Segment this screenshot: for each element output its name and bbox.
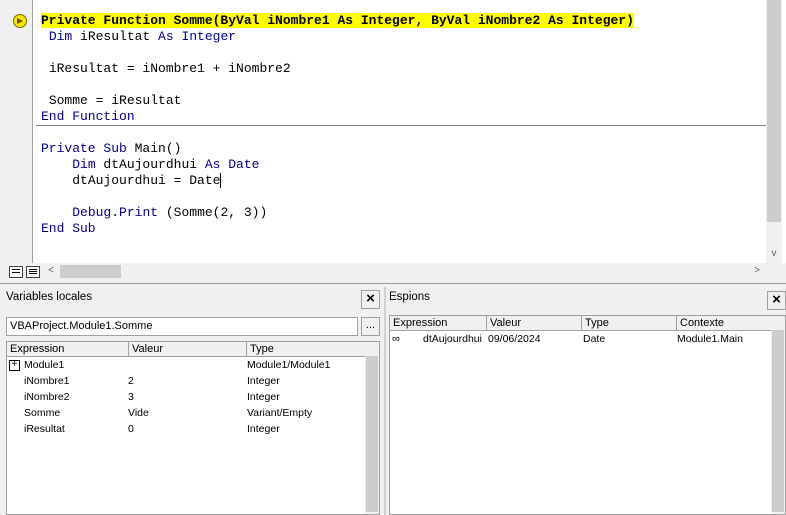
scroll-thumb[interactable] (767, 0, 781, 222)
close-locals-button[interactable]: × (361, 290, 380, 309)
watch-glasses-icon: ∞ (392, 333, 400, 345)
locals-grid[interactable]: Expression Valeur Type + Module1 Module1… (6, 341, 380, 515)
scroll-right-icon[interactable]: > (750, 264, 764, 278)
procedure-separator (36, 125, 766, 126)
row-type: Variant/Empty (247, 407, 313, 419)
keyword: Private Sub (41, 141, 127, 156)
procedure-view-icon[interactable] (9, 266, 23, 278)
editor-horizontal-scrollbar[interactable]: < > (44, 263, 766, 280)
editor-vertical-scrollbar[interactable]: v (766, 0, 782, 263)
row-value: 2 (128, 375, 134, 387)
code-line[interactable]: Private Function Somme(ByVal iNombre1 As… (41, 13, 634, 29)
code-line[interactable]: Dim dtAujourdhui As Date (41, 157, 259, 173)
row-expression: dtAujourdhui (423, 333, 482, 345)
row-type: Integer (247, 375, 280, 387)
keyword: Dim (48, 29, 73, 44)
column-header-context[interactable]: Contexte (676, 316, 771, 330)
code-line[interactable]: End Sub (41, 221, 96, 237)
table-row[interactable]: iNombre2 3 Integer (7, 390, 365, 404)
row-context: Module1.Main (677, 333, 743, 345)
statement: (Somme(2, 3)) (158, 205, 268, 220)
row-value: 0 (128, 423, 134, 435)
code-line[interactable]: Private Sub Main() (41, 141, 181, 157)
column-header-type[interactable]: Type (581, 316, 676, 330)
watches-header: Expression Valeur Type Contexte (390, 316, 771, 331)
identifier: iResultat (72, 29, 159, 44)
watches-grid[interactable]: Expression Valeur Type Contexte ∞ dtAujo… (389, 315, 786, 515)
scroll-thumb[interactable] (772, 330, 784, 512)
margin-indicator-bar[interactable] (0, 0, 33, 263)
keyword: Print (119, 205, 159, 220)
locals-title: Variables locales (6, 291, 93, 303)
row-expression: iNombre2 (24, 391, 70, 403)
locals-header: Expression Valeur Type (7, 342, 365, 357)
editor-bottom-bar: < > (0, 263, 786, 283)
keyword: As Integer (158, 29, 237, 44)
keyword: Dim (72, 157, 96, 172)
locals-window: Variables locales × VBAProject.Module1.S… (0, 287, 384, 515)
code-line[interactable]: End Function (41, 109, 135, 125)
scroll-thumb[interactable] (60, 265, 121, 278)
row-value: 3 (128, 391, 134, 403)
statement: Somme = iResultat (48, 93, 182, 108)
row-type: Module1/Module1 (247, 359, 331, 371)
close-watches-button[interactable]: × (767, 291, 786, 310)
table-row[interactable]: + Module1 Module1/Module1 (7, 358, 365, 372)
scroll-left-icon[interactable]: < (44, 264, 58, 278)
table-row[interactable]: iResultat 0 Integer (7, 422, 365, 436)
punctuation: . (111, 205, 120, 220)
scroll-thumb[interactable] (366, 356, 378, 512)
code-editor[interactable]: Private Function Somme(ByVal iNombre1 As… (0, 0, 786, 284)
table-row[interactable]: Somme Vide Variant/Empty (7, 406, 365, 420)
expand-icon[interactable]: + (9, 360, 20, 371)
code-line[interactable]: Somme = iResultat (41, 93, 182, 109)
column-header-expression[interactable]: Expression (390, 316, 486, 330)
full-module-view-icon[interactable] (26, 266, 40, 278)
row-type: Integer (247, 391, 280, 403)
row-expression: Module1 (24, 359, 65, 371)
watches-vertical-scrollbar[interactable] (771, 316, 785, 514)
code-line[interactable]: dtAujourdhui = Date (41, 173, 222, 189)
call-stack-context: VBAProject.Module1.Somme (6, 317, 358, 336)
locals-vertical-scrollbar[interactable] (365, 342, 379, 514)
row-value: Vide (128, 407, 149, 419)
column-header-value[interactable]: Valeur (128, 342, 246, 356)
scroll-down-icon[interactable]: v (766, 247, 782, 261)
call-stack-button[interactable]: ... (361, 317, 380, 336)
code-line[interactable]: Debug.Print (Somme(2, 3)) (41, 205, 267, 221)
row-expression: Somme (24, 407, 61, 419)
watches-title: Espions (389, 291, 430, 303)
row-value: 09/06/2024 (488, 333, 541, 345)
statement: iResultat = iNombre1 + iNombre2 (48, 61, 291, 76)
column-header-type[interactable]: Type (246, 342, 365, 356)
column-header-expression[interactable]: Expression (7, 342, 128, 356)
keyword: Debug (72, 205, 112, 220)
text-caret (220, 173, 222, 189)
column-header-value[interactable]: Valeur (486, 316, 581, 330)
identifier: dtAujourdhui (95, 157, 205, 172)
identifier: Main() (126, 141, 182, 156)
statement: dtAujourdhui = Date (72, 173, 221, 188)
watches-window: Espions × Expression Valeur Type Context… (386, 287, 786, 515)
row-expression: iResultat (24, 423, 65, 435)
row-type: Date (583, 333, 606, 345)
current-statement: Private Function Somme(ByVal iNombre1 As… (41, 13, 634, 28)
table-row[interactable]: ∞ dtAujourdhui 09/06/2024 Date Module1.M… (390, 332, 771, 346)
code-line[interactable]: iResultat = iNombre1 + iNombre2 (41, 61, 291, 77)
table-row[interactable]: iNombre1 2 Integer (7, 374, 365, 388)
keyword: As Date (204, 157, 260, 172)
code-line[interactable]: Dim iResultat As Integer (41, 29, 236, 45)
execution-pointer-icon (13, 14, 27, 28)
row-type: Integer (247, 423, 280, 435)
row-expression: iNombre1 (24, 375, 70, 387)
